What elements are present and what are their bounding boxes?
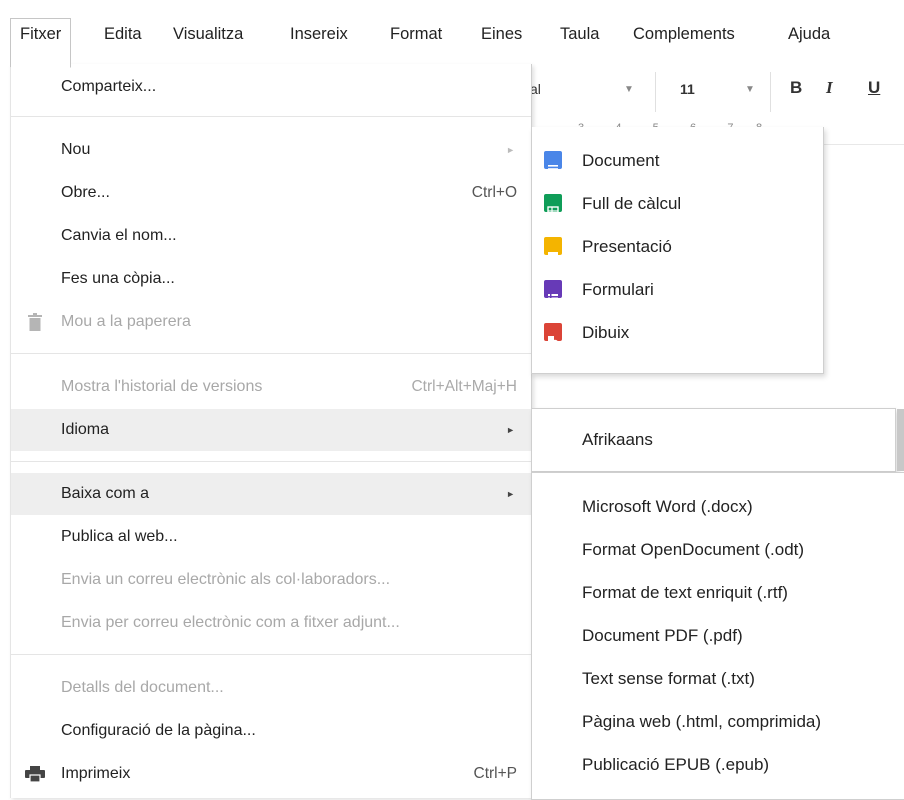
menu-item-publish[interactable]: Publica al web... [11, 516, 531, 558]
language-submenu: Afrikaans [531, 408, 904, 472]
spreadsheet-label: Full de càlcul [582, 194, 682, 213]
download-submenu: Microsoft Word (.docx) Format OpenDocume… [531, 472, 904, 800]
font-family-dropdown-icon[interactable]: ▼ [624, 84, 634, 95]
menu-fitxer[interactable]: Fitxer [10, 18, 72, 68]
drawings-icon [544, 323, 562, 347]
docx-label: Microsoft Word (.docx) [582, 497, 753, 516]
menu-item-make-copy[interactable]: Fes una còpia... [11, 258, 531, 300]
menu-complements[interactable]: Complements [633, 20, 735, 48]
toolbar-divider [655, 72, 656, 112]
menu-item-print[interactable]: Imprimeix Ctrl+P [11, 753, 531, 795]
document-details-label: Detalls del document... [61, 679, 224, 696]
menu-item-open[interactable]: Obre... Ctrl+O [11, 172, 531, 214]
menu-insereix[interactable]: Insereix [290, 20, 348, 48]
download-as-label: Baixa com a [61, 485, 150, 502]
presentation-label: Presentació [582, 237, 672, 256]
new-presentation-item[interactable]: Presentació [532, 225, 823, 268]
slides-icon [544, 237, 562, 258]
new-document-item[interactable]: Document [532, 139, 823, 182]
docs-icon [544, 151, 562, 173]
share-label: Comparteix... [61, 78, 157, 95]
sheets-icon [544, 194, 562, 218]
afrikaans-label: Afrikaans [582, 430, 653, 449]
submenu-arrow-icon: ► [506, 425, 515, 435]
menu-format[interactable]: Format [390, 20, 442, 48]
document-page[interactable] [822, 145, 904, 405]
menu-item-move-to-trash[interactable]: Mou a la paperera [11, 301, 531, 343]
menu-visualitza[interactable]: Visualitza [173, 20, 243, 48]
bold-button[interactable]: B [790, 78, 802, 98]
file-menu: Comparteix... Nou ► Obre... Ctrl+O Canvi… [10, 64, 532, 798]
forms-icon [544, 280, 562, 303]
menu-item-document-details[interactable]: Detalls del document... [11, 667, 531, 709]
new-drawing-item[interactable]: Dibuix [532, 311, 823, 354]
version-history-label: Mostra l'historial de versions [61, 378, 263, 395]
font-size-dropdown-icon[interactable]: ▼ [745, 84, 755, 95]
language-scrollbar[interactable] [897, 409, 904, 471]
menu-bar: Fitxer Edita Visualitza Insereix Format … [0, 0, 904, 68]
print-label: Imprimeix [61, 765, 131, 782]
pdf-label: Document PDF (.pdf) [582, 626, 743, 645]
make-copy-label: Fes una còpia... [61, 270, 175, 287]
html-label: Pàgina web (.html, comprimida) [582, 712, 822, 731]
download-pdf-item[interactable]: Document PDF (.pdf) [532, 614, 904, 657]
rtf-label: Format de text enriquit (.rtf) [582, 583, 788, 602]
publish-label: Publica al web... [61, 528, 178, 545]
menu-item-version-history[interactable]: Mostra l'historial de versions Ctrl+Alt+… [11, 366, 531, 408]
menu-divider [11, 654, 531, 655]
menu-item-email-attachment[interactable]: Envia per correu electrònic com a fitxer… [11, 602, 531, 644]
print-shortcut: Ctrl+P [473, 765, 518, 782]
form-label: Formulari [582, 280, 654, 299]
download-odt-item[interactable]: Format OpenDocument (.odt) [532, 528, 904, 571]
move-to-trash-label: Mou a la paperera [61, 313, 191, 330]
menu-item-download-as[interactable]: Baixa com a ► [11, 473, 531, 515]
rename-label: Canvia el nom... [61, 227, 177, 244]
menu-item-share[interactable]: Comparteix... [11, 66, 531, 108]
drawing-label: Dibuix [582, 323, 630, 342]
epub-label: Publicació EPUB (.epub) [582, 755, 770, 774]
toolbar: al ▼ 11 ▼ B I U [520, 66, 904, 121]
language-label: Idioma [61, 421, 110, 438]
open-label: Obre... [61, 184, 110, 201]
document-label: Document [582, 151, 660, 170]
menu-item-new[interactable]: Nou ► [11, 129, 531, 171]
version-history-shortcut: Ctrl+Alt+Maj+H [411, 378, 517, 395]
menu-edita[interactable]: Edita [104, 20, 142, 48]
toolbar-divider [770, 72, 771, 112]
language-item-afrikaans[interactable]: Afrikaans [532, 418, 895, 461]
menu-divider [11, 353, 531, 354]
menu-taula[interactable]: Taula [560, 20, 599, 48]
download-epub-item[interactable]: Publicació EPUB (.epub) [532, 743, 904, 786]
print-icon [23, 753, 47, 795]
new-spreadsheet-item[interactable]: Full de càlcul [532, 182, 823, 225]
email-collaborators-label: Envia un correu electrònic als col·labor… [61, 571, 391, 588]
font-size-select[interactable]: 11 [680, 81, 695, 97]
page-setup-label: Configuració de la pàgina... [61, 722, 256, 739]
txt-label: Text sense format (.txt) [582, 669, 755, 688]
underline-button[interactable]: U [868, 78, 880, 98]
email-attachment-label: Envia per correu electrònic com a fitxer… [61, 614, 400, 631]
new-submenu: Document Full de càlcul Presentació Form… [531, 127, 824, 374]
menu-item-email-collaborators[interactable]: Envia un correu electrònic als col·labor… [11, 559, 531, 601]
menu-eines[interactable]: Eines [481, 20, 522, 48]
italic-button[interactable]: I [826, 78, 833, 98]
new-label: Nou [61, 141, 91, 158]
download-docx-item[interactable]: Microsoft Word (.docx) [532, 485, 904, 528]
download-html-item[interactable]: Pàgina web (.html, comprimida) [532, 700, 904, 743]
menu-item-rename[interactable]: Canvia el nom... [11, 215, 531, 257]
download-txt-item[interactable]: Text sense format (.txt) [532, 657, 904, 700]
download-rtf-item[interactable]: Format de text enriquit (.rtf) [532, 571, 904, 614]
odt-label: Format OpenDocument (.odt) [582, 540, 805, 559]
menu-divider [11, 461, 531, 462]
menu-item-language[interactable]: Idioma ► [11, 409, 531, 451]
submenu-arrow-icon: ► [506, 489, 515, 499]
trash-icon [23, 301, 47, 343]
menu-item-page-setup[interactable]: Configuració de la pàgina... [11, 710, 531, 752]
menu-ajuda[interactable]: Ajuda [788, 20, 830, 48]
menu-divider [11, 116, 531, 117]
open-shortcut: Ctrl+O [471, 184, 517, 201]
submenu-arrow-icon: ► [506, 145, 515, 155]
new-form-item[interactable]: Formulari [532, 268, 823, 311]
